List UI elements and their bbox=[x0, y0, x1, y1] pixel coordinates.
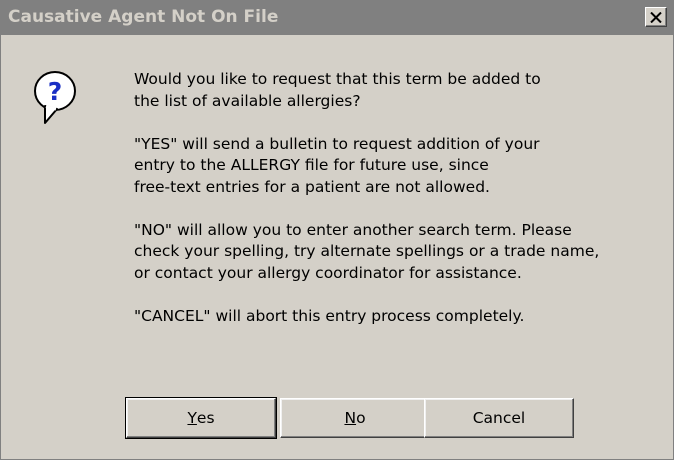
no-label-rest: o bbox=[356, 409, 366, 427]
cancel-button[interactable]: Cancel bbox=[424, 398, 574, 438]
question-icon: ? bbox=[31, 69, 79, 129]
yes-mnemonic: Y bbox=[187, 409, 197, 427]
message-body: Would you like to request that this term… bbox=[134, 69, 674, 349]
window-title: Causative Agent Not On File bbox=[8, 7, 279, 27]
dialog-window: Causative Agent Not On File ? Would you … bbox=[0, 0, 674, 460]
cancel-label: Cancel bbox=[472, 409, 526, 427]
message-paragraph-no: "NO" will allow you to enter another sea… bbox=[134, 220, 600, 282]
question-glyph: ? bbox=[48, 77, 63, 106]
message-paragraph-cancel: "CANCEL" will abort this entry process c… bbox=[134, 306, 525, 325]
close-icon bbox=[650, 11, 662, 23]
no-button[interactable]: No bbox=[280, 398, 430, 438]
close-button[interactable] bbox=[645, 7, 667, 27]
no-mnemonic: N bbox=[344, 409, 357, 427]
title-bar[interactable]: Causative Agent Not On File bbox=[1, 1, 673, 35]
yes-label-rest: es bbox=[196, 409, 215, 427]
message-paragraph-yes: "YES" will send a bulletin to request ad… bbox=[134, 134, 540, 196]
yes-button[interactable]: Yes bbox=[125, 397, 277, 439]
message-paragraph-question: Would you like to request that this term… bbox=[134, 70, 541, 110]
